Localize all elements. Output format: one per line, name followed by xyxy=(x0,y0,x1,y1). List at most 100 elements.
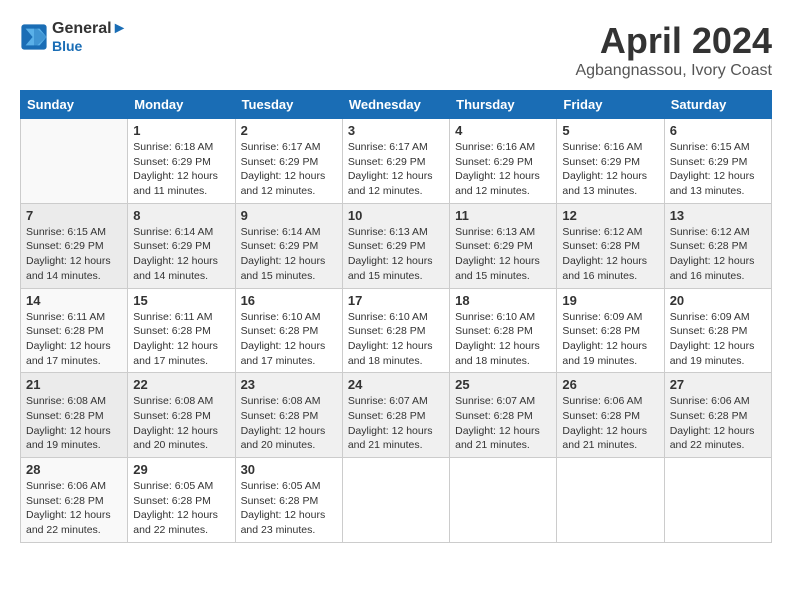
day-info: Sunrise: 6:06 AM Sunset: 6:28 PM Dayligh… xyxy=(562,394,658,453)
calendar-cell: 4Sunrise: 6:16 AM Sunset: 6:29 PM Daylig… xyxy=(450,119,557,204)
day-number: 11 xyxy=(455,208,551,223)
day-number: 19 xyxy=(562,293,658,308)
day-info: Sunrise: 6:07 AM Sunset: 6:28 PM Dayligh… xyxy=(348,394,444,453)
week-row-1: 1 Sunrise: 6:18 AM Sunset: 6:29 PM Daylig… xyxy=(21,119,772,204)
day-number: 16 xyxy=(241,293,337,308)
header-row: Sunday Monday Tuesday Wednesday Thursday… xyxy=(21,91,772,119)
day-number: 8 xyxy=(133,208,229,223)
col-sunday: Sunday xyxy=(21,91,128,119)
day-number: 28 xyxy=(26,462,122,477)
day-number: 5 xyxy=(562,123,658,138)
calendar-cell: 10 Sunrise: 6:13 AM Sunset: 6:29 PM Dayli… xyxy=(342,203,449,288)
calendar-cell: 13 Sunrise: 6:12 AM Sunset: 6:28 PM Dayli… xyxy=(664,203,771,288)
day-info: Sunrise: 6:08 AM Sunset: 6:28 PM Dayligh… xyxy=(241,394,337,453)
day-info: Sunrise: 6:08 AM Sunset: 6:28 PM Dayligh… xyxy=(26,394,122,453)
calendar-cell: 9 Sunrise: 6:14 AM Sunset: 6:29 PM Daylig… xyxy=(235,203,342,288)
day-number: 14 xyxy=(26,293,122,308)
day-number: 30 xyxy=(241,462,337,477)
day-info: Sunrise: 6:13 AM Sunset: 6:29 PM Dayligh… xyxy=(455,225,551,284)
calendar-cell: 18 Sunrise: 6:10 AM Sunset: 6:28 PM Dayli… xyxy=(450,288,557,373)
day-number: 10 xyxy=(348,208,444,223)
calendar-cell: 12 Sunrise: 6:12 AM Sunset: 6:28 PM Dayli… xyxy=(557,203,664,288)
day-info: Sunrise: 6:14 AM Sunset: 6:29 PM Dayligh… xyxy=(133,225,229,284)
calendar-cell xyxy=(664,458,771,543)
calendar-cell: 26Sunrise: 6:06 AM Sunset: 6:28 PM Dayli… xyxy=(557,373,664,458)
day-number: 21 xyxy=(26,377,122,392)
calendar-cell: 11 Sunrise: 6:13 AM Sunset: 6:29 PM Dayli… xyxy=(450,203,557,288)
logo: General► Blue xyxy=(20,20,127,54)
day-number: 25 xyxy=(455,377,551,392)
day-info: Sunrise: 6:14 AM Sunset: 6:29 PM Dayligh… xyxy=(241,225,337,284)
calendar-cell: 23 Sunrise: 6:08 AM Sunset: 6:28 PM Dayli… xyxy=(235,373,342,458)
calendar-title: April 2024 xyxy=(575,20,772,62)
day-number: 22 xyxy=(133,377,229,392)
day-number: 9 xyxy=(241,208,337,223)
col-thursday: Thursday xyxy=(450,91,557,119)
day-number: 1 xyxy=(133,123,229,138)
day-number: 24 xyxy=(348,377,444,392)
calendar-cell: 14 Sunrise: 6:11 AM Sunset: 6:28 PM Dayli… xyxy=(21,288,128,373)
day-info: Sunrise: 6:12 AM Sunset: 6:28 PM Dayligh… xyxy=(562,225,658,284)
calendar-cell: 1 Sunrise: 6:18 AM Sunset: 6:29 PM Daylig… xyxy=(128,119,235,204)
calendar-cell: 20Sunrise: 6:09 AM Sunset: 6:28 PM Dayli… xyxy=(664,288,771,373)
col-saturday: Saturday xyxy=(664,91,771,119)
day-number: 29 xyxy=(133,462,229,477)
calendar-cell: 15Sunrise: 6:11 AM Sunset: 6:28 PM Dayli… xyxy=(128,288,235,373)
calendar-cell: 27 Sunrise: 6:06 AM Sunset: 6:28 PM Dayli… xyxy=(664,373,771,458)
day-info: Sunrise: 6:10 AM Sunset: 6:28 PM Dayligh… xyxy=(348,310,444,369)
day-info: Sunrise: 6:15 AM Sunset: 6:29 PM Dayligh… xyxy=(670,140,766,199)
day-info: Sunrise: 6:12 AM Sunset: 6:28 PM Dayligh… xyxy=(670,225,766,284)
calendar-cell: 5 Sunrise: 6:16 AM Sunset: 6:29 PM Daylig… xyxy=(557,119,664,204)
calendar-cell: 16Sunrise: 6:10 AM Sunset: 6:28 PM Dayli… xyxy=(235,288,342,373)
day-info: Sunrise: 6:17 AM Sunset: 6:29 PM Dayligh… xyxy=(241,140,337,199)
day-info: Sunrise: 6:09 AM Sunset: 6:28 PM Dayligh… xyxy=(562,310,658,369)
day-info: Sunrise: 6:07 AM Sunset: 6:28 PM Dayligh… xyxy=(455,394,551,453)
calendar-cell: 6 Sunrise: 6:15 AM Sunset: 6:29 PM Daylig… xyxy=(664,119,771,204)
day-number: 3 xyxy=(348,123,444,138)
calendar-cell: 7 Sunrise: 6:15 AM Sunset: 6:29 PM Daylig… xyxy=(21,203,128,288)
week-row-3: 14 Sunrise: 6:11 AM Sunset: 6:28 PM Dayli… xyxy=(21,288,772,373)
day-info: Sunrise: 6:16 AM Sunset: 6:29 PM Dayligh… xyxy=(562,140,658,199)
day-info: Sunrise: 6:11 AM Sunset: 6:28 PM Dayligh… xyxy=(26,310,122,369)
col-monday: Monday xyxy=(128,91,235,119)
calendar-cell: 17 Sunrise: 6:10 AM Sunset: 6:28 PM Dayli… xyxy=(342,288,449,373)
calendar-cell: 19 Sunrise: 6:09 AM Sunset: 6:28 PM Dayli… xyxy=(557,288,664,373)
week-row-5: 28Sunrise: 6:06 AM Sunset: 6:28 PM Dayli… xyxy=(21,458,772,543)
day-number: 6 xyxy=(670,123,766,138)
week-row-2: 7 Sunrise: 6:15 AM Sunset: 6:29 PM Daylig… xyxy=(21,203,772,288)
day-info: Sunrise: 6:13 AM Sunset: 6:29 PM Dayligh… xyxy=(348,225,444,284)
week-row-4: 21 Sunrise: 6:08 AM Sunset: 6:28 PM Dayli… xyxy=(21,373,772,458)
calendar-cell: 24 Sunrise: 6:07 AM Sunset: 6:28 PM Dayli… xyxy=(342,373,449,458)
day-number: 4 xyxy=(455,123,551,138)
calendar-cell: 30 Sunrise: 6:05 AM Sunset: 6:28 PM Dayli… xyxy=(235,458,342,543)
calendar-cell xyxy=(450,458,557,543)
day-number: 12 xyxy=(562,208,658,223)
day-number: 15 xyxy=(133,293,229,308)
day-info: Sunrise: 6:05 AM Sunset: 6:28 PM Dayligh… xyxy=(133,479,229,538)
day-number: 7 xyxy=(26,208,122,223)
day-number: 13 xyxy=(670,208,766,223)
day-number: 17 xyxy=(348,293,444,308)
day-info: Sunrise: 6:15 AM Sunset: 6:29 PM Dayligh… xyxy=(26,225,122,284)
day-number: 23 xyxy=(241,377,337,392)
calendar-cell: 8 Sunrise: 6:14 AM Sunset: 6:29 PM Daylig… xyxy=(128,203,235,288)
logo-text: General► Blue xyxy=(52,20,127,54)
day-info: Sunrise: 6:09 AM Sunset: 6:28 PM Dayligh… xyxy=(670,310,766,369)
calendar-cell: 3 Sunrise: 6:17 AM Sunset: 6:29 PM Daylig… xyxy=(342,119,449,204)
day-info: Sunrise: 6:18 AM Sunset: 6:29 PM Dayligh… xyxy=(133,140,229,199)
day-info: Sunrise: 6:10 AM Sunset: 6:28 PM Dayligh… xyxy=(455,310,551,369)
day-info: Sunrise: 6:05 AM Sunset: 6:28 PM Dayligh… xyxy=(241,479,337,538)
day-number: 18 xyxy=(455,293,551,308)
col-tuesday: Tuesday xyxy=(235,91,342,119)
calendar-cell: 25 Sunrise: 6:07 AM Sunset: 6:28 PM Dayli… xyxy=(450,373,557,458)
page-header: General► Blue April 2024 Agbangnassou, I… xyxy=(20,20,772,80)
day-number: 27 xyxy=(670,377,766,392)
calendar-table: Sunday Monday Tuesday Wednesday Thursday… xyxy=(20,90,772,543)
calendar-cell: 29 Sunrise: 6:05 AM Sunset: 6:28 PM Dayli… xyxy=(128,458,235,543)
calendar-cell xyxy=(557,458,664,543)
calendar-cell: 22Sunrise: 6:08 AM Sunset: 6:28 PM Dayli… xyxy=(128,373,235,458)
calendar-cell: 28Sunrise: 6:06 AM Sunset: 6:28 PM Dayli… xyxy=(21,458,128,543)
day-info: Sunrise: 6:17 AM Sunset: 6:29 PM Dayligh… xyxy=(348,140,444,199)
calendar-cell: 21 Sunrise: 6:08 AM Sunset: 6:28 PM Dayli… xyxy=(21,373,128,458)
day-info: Sunrise: 6:06 AM Sunset: 6:28 PM Dayligh… xyxy=(670,394,766,453)
